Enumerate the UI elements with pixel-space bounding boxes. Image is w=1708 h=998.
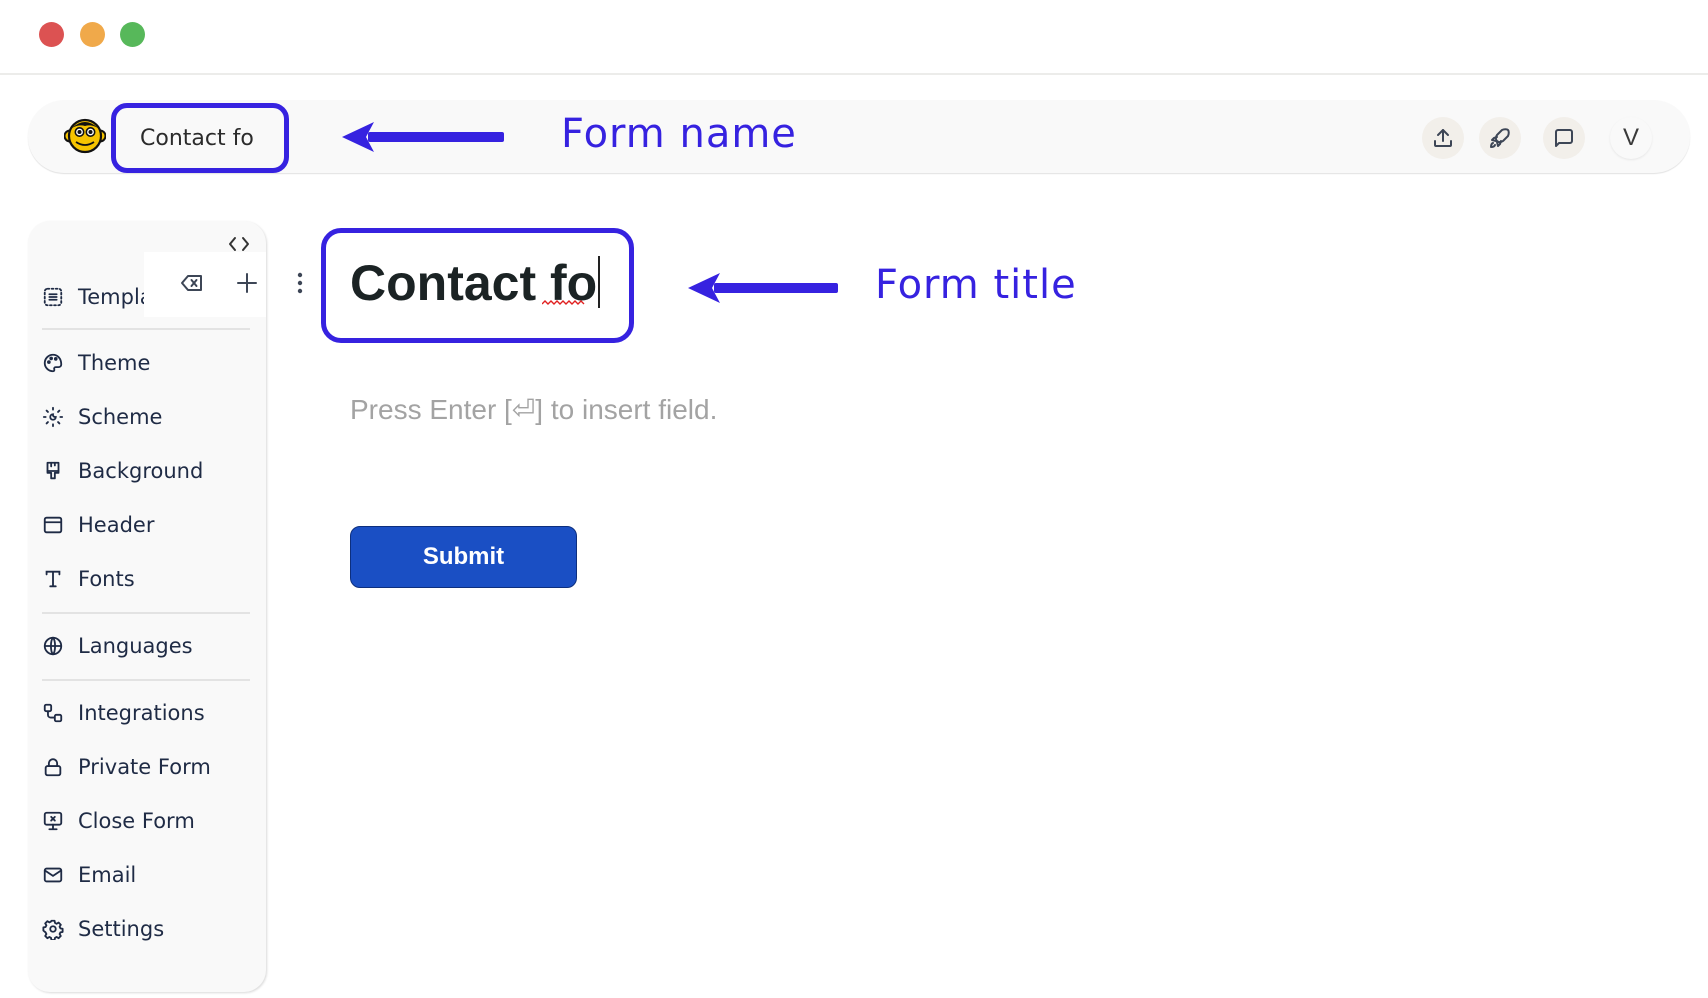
code-brackets-icon[interactable] [227, 234, 251, 254]
upload-icon [1434, 129, 1452, 147]
paint-brush-icon [46, 461, 60, 480]
sidebar-item-label: Email [78, 863, 137, 887]
sidebar-item-scheme[interactable]: Scheme [42, 397, 162, 437]
block-menu-button[interactable] [287, 270, 313, 296]
share-button[interactable] [1422, 117, 1464, 159]
sidebar-item-label: Scheme [78, 405, 163, 429]
sidebar-item-private-form[interactable]: Private Form [42, 747, 211, 787]
sidebar-item-label: Background [78, 459, 204, 483]
sidebar-item-email[interactable]: Email [42, 855, 136, 895]
sidebar-item-label: Close Form [78, 809, 195, 833]
sidebar-item-languages[interactable]: Languages [42, 626, 193, 666]
gear-icon [42, 919, 64, 940]
sidebar-divider [42, 612, 250, 614]
sidebar-item-background[interactable]: Background [42, 451, 203, 491]
annotation-arrow-form-title [688, 273, 838, 303]
sidebar-item-label: Settings [78, 917, 165, 941]
submit-label: Submit [422, 543, 505, 570]
submit-button[interactable]: Submit [350, 526, 577, 588]
mail-icon [43, 867, 63, 883]
sun-moon-icon [42, 406, 64, 428]
sidebar-item-close-form[interactable]: Close Form [42, 801, 195, 841]
sidebar-item-theme[interactable]: Theme [42, 343, 150, 383]
window-close-button[interactable] [39, 22, 64, 47]
chat-bubble-icon [1555, 129, 1573, 147]
sidebar-item-label: Private Form [78, 755, 211, 779]
annotation-arrow-form-name [342, 122, 504, 152]
annotation-form-name: Form name [561, 111, 797, 157]
form-name-input[interactable]: Contact fo [111, 103, 289, 173]
form-name-text: Contact fo [140, 125, 254, 151]
delete-block-button[interactable] [179, 270, 205, 296]
user-avatar[interactable]: V [1610, 117, 1652, 159]
monkey-face-icon[interactable] [63, 114, 107, 156]
template-icon [43, 287, 63, 307]
sidebar-item-label: Templa [78, 285, 153, 309]
sidebar-item-label: Theme [78, 351, 151, 375]
publish-button[interactable] [1479, 117, 1521, 159]
sidebar-divider [42, 328, 250, 330]
feedback-button[interactable] [1543, 117, 1585, 159]
sidebar-item-fonts[interactable]: Fonts [42, 559, 135, 599]
window-titlebar [0, 0, 1708, 75]
sidebar-item-header[interactable]: Header [42, 505, 154, 545]
vertical-dots-icon [297, 272, 303, 294]
sidebar-divider [42, 679, 250, 681]
text-caret [598, 256, 601, 308]
window-minimize-button[interactable] [80, 22, 105, 47]
sidebar-item-label: Languages [78, 634, 193, 658]
add-block-button[interactable] [234, 270, 260, 296]
lock-icon [44, 758, 62, 777]
plus-icon [237, 273, 257, 293]
integrations-icon [43, 703, 63, 723]
sidebar-item-integrations[interactable]: Integrations [42, 693, 205, 733]
palette-icon [43, 353, 63, 373]
sidebar-item-label: Fonts [78, 567, 135, 591]
backspace-icon [181, 275, 202, 291]
rocket-icon [1490, 128, 1510, 148]
sidebar-item-label: Integrations [78, 701, 205, 725]
monitor-x-icon [43, 811, 63, 831]
avatar-initial: V [1622, 124, 1639, 151]
window-maximize-button[interactable] [120, 22, 145, 47]
type-icon [45, 570, 61, 588]
header-layout-icon [43, 516, 63, 534]
annotation-form-title: Form title [875, 262, 1077, 308]
sidebar-item-label: Header [78, 513, 155, 537]
sidebar-item-settings[interactable]: Settings [42, 909, 164, 949]
globe-icon [43, 636, 63, 656]
insert-field-hint[interactable]: Press Enter [⏎] to insert field. [350, 393, 717, 426]
sidebar-item-templates[interactable]: Templa [42, 277, 153, 317]
spellcheck-underline [542, 300, 585, 305]
